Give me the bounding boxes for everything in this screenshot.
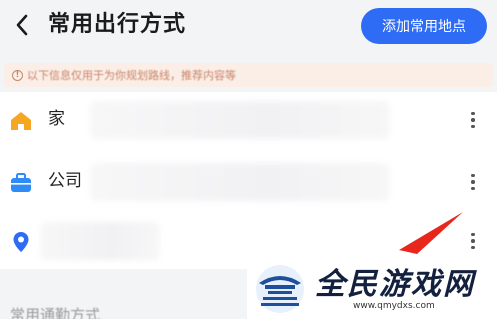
home-icon: [11, 112, 31, 130]
header-bar: 常用出行方式 添加常用地点: [0, 0, 497, 52]
address-blurred: [40, 222, 160, 260]
notice-text: 以下信息仅用于为你规划路线，推荐内容等: [27, 69, 236, 82]
location-pin-icon: [13, 232, 29, 252]
annotation-arrow-icon: [399, 212, 463, 254]
place-item-company[interactable]: 公司: [0, 154, 497, 210]
privacy-notice: ! 以下信息仅用于为你规划路线，推荐内容等: [4, 63, 493, 87]
place-label: 公司: [48, 171, 82, 191]
more-options-icon[interactable]: [466, 227, 480, 255]
place-label: 家: [48, 109, 65, 129]
add-common-place-button[interactable]: 添加常用地点: [361, 8, 487, 44]
more-options-icon[interactable]: [466, 106, 480, 134]
commute-section-title: 常用通勤方式: [10, 306, 101, 319]
back-button[interactable]: [8, 10, 36, 40]
address-blurred: [90, 101, 390, 139]
page-title: 常用出行方式: [48, 12, 187, 37]
more-options-icon[interactable]: [466, 168, 480, 196]
address-blurred: [90, 163, 390, 201]
watermark-logo-icon: [256, 265, 304, 313]
briefcase-icon: [11, 173, 31, 192]
place-item-home[interactable]: 家: [0, 92, 497, 148]
watermark-url: www.qmydxs.com: [353, 301, 435, 311]
back-arrow-icon: [16, 14, 28, 36]
info-icon: !: [12, 69, 23, 81]
watermark-title: 全民游戏网: [315, 267, 475, 302]
watermark: 全民游戏网 www.qmydxs.com: [247, 259, 497, 319]
